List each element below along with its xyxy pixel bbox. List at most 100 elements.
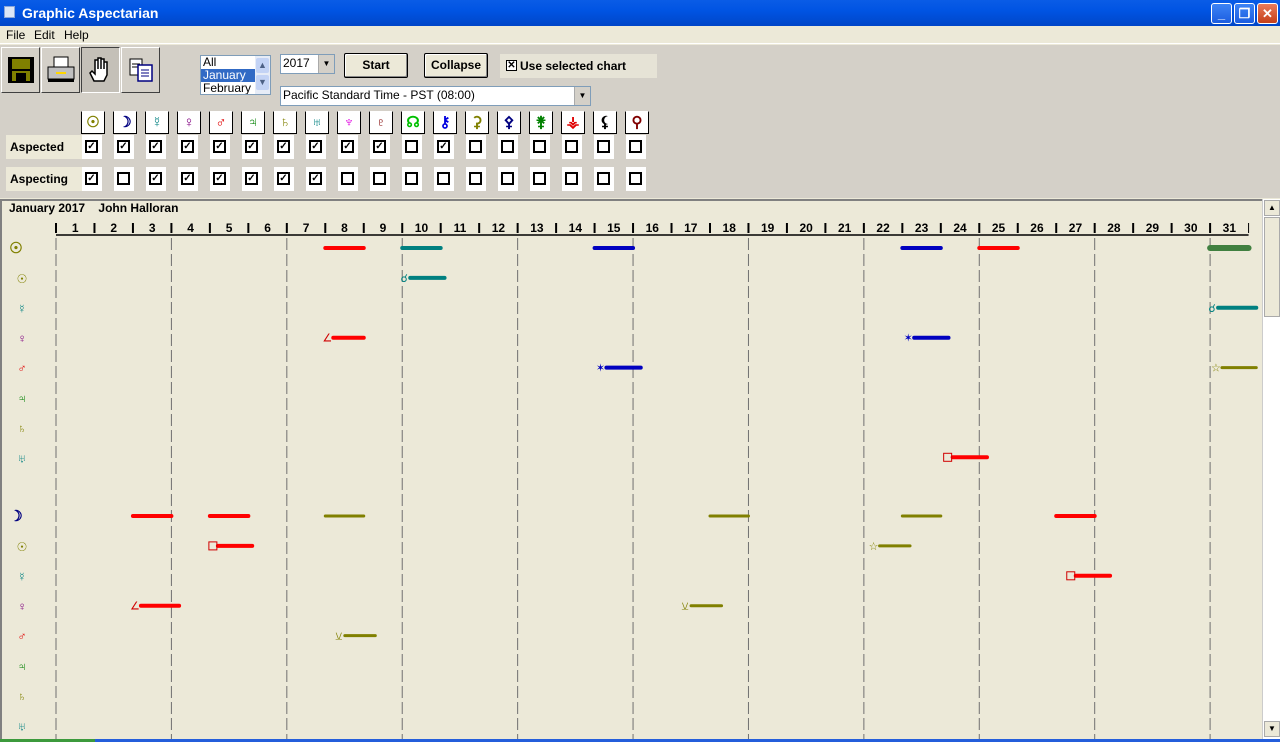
planet-header-mars: ♂ <box>209 111 233 134</box>
x-tick-label: 15 <box>607 221 621 235</box>
row-planet-label: ♅ <box>18 719 27 733</box>
hand-icon <box>88 57 108 82</box>
aspected-checkbox-pallas[interactable] <box>501 140 514 153</box>
use-selected-chart-checkbox[interactable]: ✕ Use selected chart <box>500 54 657 78</box>
aspected-checkbox-vesta[interactable] <box>565 140 578 153</box>
scroll-up-icon[interactable]: ▲ <box>1264 200 1280 216</box>
copy-button[interactable] <box>121 47 160 93</box>
row-planet-label: ♀ <box>18 332 27 346</box>
restore-button[interactable]: ❐ <box>1234 3 1255 24</box>
aspected-checkbox-ceres[interactable] <box>469 140 482 153</box>
x-tick-label: 7 <box>303 221 310 235</box>
app-icon <box>4 6 15 18</box>
aspecting-checkbox-jupiter[interactable]: ✓ <box>245 172 258 185</box>
aspecting-checkbox-uranus[interactable]: ✓ <box>309 172 322 185</box>
aspecting-checkbox-chiron[interactable] <box>437 172 450 185</box>
menu-edit[interactable]: Edit <box>34 28 55 42</box>
x-tick-label: 1 <box>72 221 79 235</box>
aspected-checkbox-mars[interactable]: ✓ <box>213 140 226 153</box>
row-planet-label: ☽ <box>9 508 22 525</box>
aspected-checkbox-mercury[interactable]: ✓ <box>149 140 162 153</box>
scroll-down-icon[interactable]: ▼ <box>256 75 269 90</box>
aspecting-cell: ✓ <box>146 167 166 191</box>
planet-header-neptune: ♆ <box>337 111 361 134</box>
row-planet-label: ♂ <box>18 630 27 644</box>
scroll-thumb[interactable] <box>1264 217 1280 317</box>
aspected-checkbox-pluto[interactable]: ✓ <box>373 140 386 153</box>
aspect-symbol-sextile: ✶ <box>596 363 605 375</box>
aspecting-checkbox-pluto[interactable] <box>373 172 386 185</box>
scroll-up-icon[interactable]: ▲ <box>256 58 269 73</box>
use-selected-chart-label: Use selected chart <box>520 59 627 73</box>
aspected-checkbox-saturn[interactable]: ✓ <box>277 140 290 153</box>
x-tick-label: 11 <box>454 221 467 235</box>
chart-vertical-scrollbar[interactable]: ▲ ▼ <box>1262 199 1280 739</box>
start-button[interactable]: Start <box>344 53 408 78</box>
aspecting-cell: ✓ <box>242 167 262 191</box>
aspecting-checkbox-saturn[interactable]: ✓ <box>277 172 290 185</box>
aspecting-checkbox-mars[interactable]: ✓ <box>213 172 226 185</box>
month-listbox[interactable]: All January February ▲ ▼ <box>200 55 271 95</box>
planet-header-mercury: ☿ <box>145 111 169 134</box>
aspected-checkbox-uranus[interactable]: ✓ <box>309 140 322 153</box>
aspected-checkbox-sun[interactable]: ✓ <box>85 140 98 153</box>
pan-button[interactable] <box>81 47 120 93</box>
aspect-symbol-square <box>1066 571 1076 581</box>
aspecting-checkbox-venus[interactable]: ✓ <box>181 172 194 185</box>
aspected-checkbox-juno[interactable] <box>533 140 546 153</box>
aspecting-checkbox-vesta[interactable] <box>565 172 578 185</box>
aspected-checkbox-north-node[interactable] <box>405 140 418 153</box>
aspecting-checkbox-neptune[interactable] <box>341 172 354 185</box>
month-list-scrollbar[interactable]: ▲ ▼ <box>255 56 270 94</box>
row-planet-label: ☉ <box>9 240 22 257</box>
x-tick-label: 20 <box>799 221 813 235</box>
aspect-symbol-semi-sextile: ⚺ <box>335 631 342 643</box>
aspected-checkbox-moon[interactable]: ✓ <box>117 140 130 153</box>
aspecting-checkbox-mercury[interactable]: ✓ <box>149 172 162 185</box>
x-tick-label: 21 <box>838 221 852 235</box>
minimize-button[interactable]: _ <box>1211 3 1232 24</box>
aspecting-checkbox-moon[interactable] <box>117 172 130 185</box>
aspecting-checkbox-sun[interactable]: ✓ <box>85 172 98 185</box>
aspecting-checkbox-lilith[interactable] <box>597 172 610 185</box>
x-tick-label: 24 <box>953 221 967 235</box>
aspecting-cell: ✓ <box>306 167 326 191</box>
chevron-down-icon[interactable]: ▼ <box>318 55 334 73</box>
collapse-button[interactable]: Collapse <box>424 53 488 78</box>
print-button[interactable] <box>41 47 80 93</box>
timezone-select[interactable]: Pacific Standard Time - PST (08:00) ▼ <box>280 86 591 106</box>
row-planet-label: ♃ <box>18 392 27 406</box>
aspecting-checkbox-north-node[interactable] <box>405 172 418 185</box>
aspecting-checkbox-pallas[interactable] <box>501 172 514 185</box>
x-tick-label: 10 <box>415 221 429 235</box>
x-tick-label: 28 <box>1107 221 1121 235</box>
x-tick-label: 17 <box>684 221 698 235</box>
row-planet-label: ♄ <box>18 421 27 435</box>
floppy-disk-icon <box>7 57 34 83</box>
aspected-checkbox-jupiter[interactable]: ✓ <box>245 140 258 153</box>
checkbox-checked-icon[interactable]: ✕ <box>506 60 517 71</box>
aspecting-checkbox-ceres[interactable] <box>469 172 482 185</box>
x-tick-label: 2 <box>110 221 117 235</box>
aspecting-checkbox-part-of-fortune[interactable] <box>629 172 642 185</box>
chevron-down-icon[interactable]: ▼ <box>574 87 590 105</box>
aspected-checkbox-venus[interactable]: ✓ <box>181 140 194 153</box>
aspected-checkbox-chiron[interactable]: ✓ <box>437 140 450 153</box>
year-select[interactable]: 2017 ▼ <box>280 54 335 74</box>
aspecting-cell <box>530 167 550 191</box>
planet-header-saturn: ♄ <box>273 111 297 134</box>
year-value: 2017 <box>283 56 310 70</box>
save-button[interactable] <box>1 47 40 93</box>
aspecting-cell <box>434 167 454 191</box>
aspect-symbol-quintile: ☆ <box>869 541 879 553</box>
aspecting-checkbox-juno[interactable] <box>533 172 546 185</box>
scroll-down-icon[interactable]: ▼ <box>1264 721 1280 737</box>
menu-file[interactable]: File <box>6 28 25 42</box>
planet-header-jupiter: ♃ <box>241 111 265 134</box>
aspected-checkbox-part-of-fortune[interactable] <box>629 140 642 153</box>
close-button[interactable]: ✕ <box>1257 3 1278 24</box>
aspected-checkbox-neptune[interactable]: ✓ <box>341 140 354 153</box>
aspected-checkbox-lilith[interactable] <box>597 140 610 153</box>
menu-help[interactable]: Help <box>64 28 89 42</box>
timezone-value: Pacific Standard Time - PST (08:00) <box>283 88 475 102</box>
